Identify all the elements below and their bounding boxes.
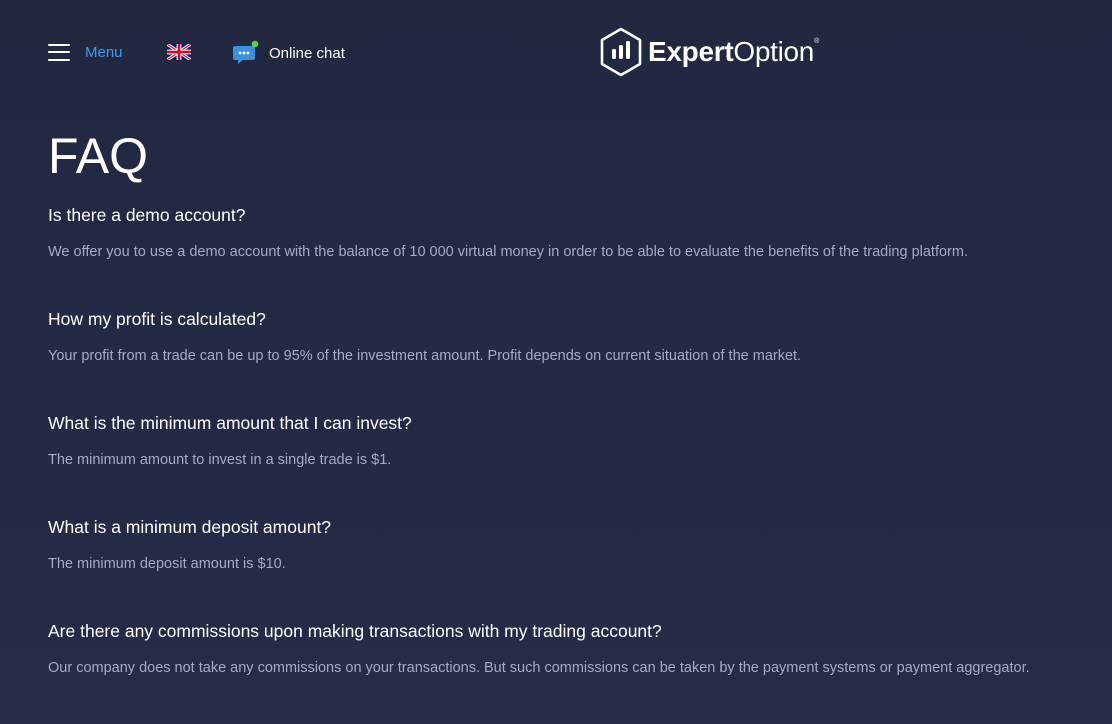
online-chat-label: Online chat bbox=[269, 44, 345, 62]
faq-question: How my profit is calculated? bbox=[48, 309, 266, 329]
expertoption-logo[interactable]: ExpertOption® bbox=[599, 27, 819, 77]
chat-bubble-icon bbox=[233, 40, 259, 64]
faq-item: What is a minimum deposit amount? The mi… bbox=[48, 516, 1112, 620]
online-chat-button[interactable]: Online chat bbox=[233, 40, 345, 66]
logo-registered-mark: ® bbox=[814, 38, 819, 45]
logo-hexagon-icon bbox=[600, 27, 642, 77]
faq-answer: Our company does not take any commission… bbox=[48, 660, 1030, 676]
menu-label: Menu bbox=[85, 43, 123, 61]
faq-answer: The minimum amount to invest in a single… bbox=[48, 452, 392, 468]
faq-item: Is there a demo account? We offer you to… bbox=[48, 204, 1112, 308]
faq-answer: Your profit from a trade can be up to 95… bbox=[48, 348, 802, 364]
faq-answer: We offer you to use a demo account with … bbox=[48, 244, 968, 260]
logo-text-bold: Expert bbox=[648, 36, 734, 67]
menu-button[interactable]: Menu bbox=[48, 40, 123, 64]
faq-question: Is there a demo account? bbox=[48, 205, 246, 225]
hamburger-icon bbox=[48, 43, 70, 61]
logo-text-regular: Option bbox=[733, 36, 815, 67]
faq-question: What is a minimum deposit amount? bbox=[48, 517, 332, 537]
faq-item: Are there any commissions upon making tr… bbox=[48, 620, 1112, 724]
page-title: FAQ bbox=[48, 128, 149, 184]
faq-item: How my profit is calculated? Your profit… bbox=[48, 308, 1112, 412]
faq-item: What is the minimum amount that I can in… bbox=[48, 412, 1112, 516]
site-header: Menu Online chat ExpertOption® bbox=[0, 0, 1112, 104]
logo-text: ExpertOption® bbox=[648, 36, 819, 68]
faq-answer: The minimum deposit amount is $10. bbox=[48, 556, 286, 572]
uk-flag-icon[interactable] bbox=[167, 44, 191, 60]
faq-question: What is the minimum amount that I can in… bbox=[48, 413, 412, 433]
faq-content: FAQ Is there a demo account? We offer yo… bbox=[48, 126, 1112, 724]
faq-question: Are there any commissions upon making tr… bbox=[48, 621, 662, 641]
